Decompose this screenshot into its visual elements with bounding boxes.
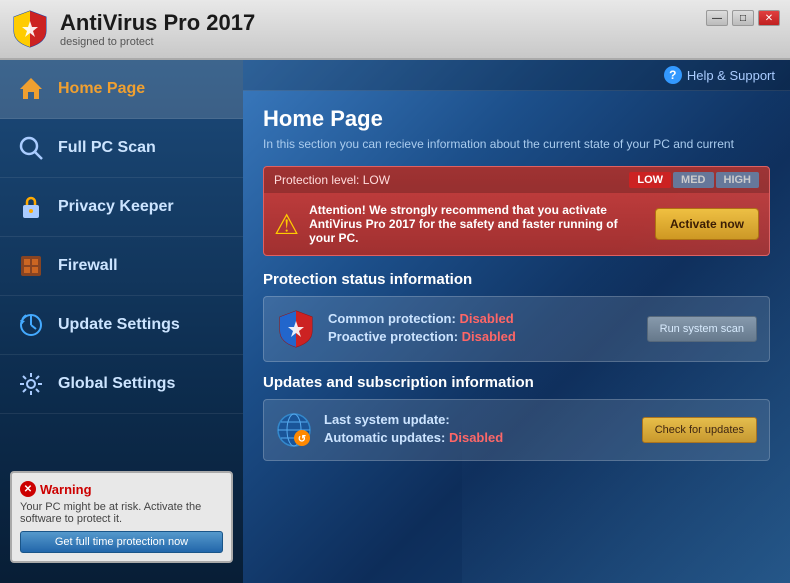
common-protection-label: Common protection: [328, 311, 456, 326]
last-update-row: Last system update: [324, 412, 630, 427]
level-high-badge: HIGH [716, 172, 760, 188]
help-support-button[interactable]: ? Help & Support [664, 66, 775, 84]
updates-section-title: Updates and subscription information [263, 374, 770, 391]
sidebar-item-privacy-label: Privacy Keeper [58, 198, 174, 216]
home-icon [16, 74, 46, 104]
activate-button[interactable]: Activate now [655, 208, 759, 240]
sidebar-item-firewall-label: Firewall [58, 257, 118, 275]
scan-icon [16, 133, 46, 163]
common-protection-value: Disabled [459, 311, 513, 326]
help-bar: ? Help & Support [243, 60, 790, 91]
app-title-group: AntiVirus Pro 2017 designed to protect [60, 10, 255, 48]
privacy-icon [16, 192, 46, 222]
level-badges: LOW MED HIGH [629, 172, 759, 188]
auto-update-row: Automatic updates: Disabled [324, 430, 630, 445]
protection-level-label: Protection level: LOW [274, 173, 390, 187]
updates-card-content: Last system update: Automatic updates: D… [324, 412, 630, 448]
firewall-icon [16, 251, 46, 281]
update-icon [16, 310, 46, 340]
close-button[interactable]: ✕ [758, 10, 780, 26]
help-icon: ? [664, 66, 682, 84]
window-controls: — □ ✕ [706, 10, 780, 26]
title-bar: AntiVirus Pro 2017 designed to protect —… [0, 0, 790, 60]
app-title: AntiVirus Pro 2017 [60, 10, 255, 36]
app-subtitle: designed to protect [60, 36, 255, 48]
main-layout: Home Page Full PC Scan Privacy Keeper [0, 60, 790, 583]
sidebar-item-update[interactable]: Update Settings [0, 296, 243, 355]
svg-text:↺: ↺ [298, 434, 306, 445]
warning-text: Your PC might be at risk. Activate the s… [20, 501, 223, 525]
minimize-button[interactable]: — [706, 10, 728, 26]
updates-card: ↺ Last system update: Automatic updates:… [263, 399, 770, 461]
content-inner: Home Page In this section you can reciev… [243, 91, 790, 488]
sidebar: Home Page Full PC Scan Privacy Keeper [0, 60, 243, 583]
settings-icon [16, 369, 46, 399]
sidebar-item-home[interactable]: Home Page [0, 60, 243, 119]
sidebar-item-fullscan-label: Full PC Scan [58, 139, 156, 157]
sidebar-item-global[interactable]: Global Settings [0, 355, 243, 414]
protection-message: Attention! We strongly recommend that yo… [309, 203, 645, 245]
sidebar-item-home-label: Home Page [58, 80, 145, 98]
level-low-badge: LOW [629, 172, 671, 188]
warning-triangle-icon: ⚠ [274, 208, 299, 241]
proactive-protection-row: Proactive protection: Disabled [328, 329, 635, 344]
protection-level-box: Protection level: LOW LOW MED HIGH ⚠ Att… [263, 166, 770, 256]
page-title: Home Page [263, 106, 770, 132]
protection-body: ⚠ Attention! We strongly recommend that … [264, 193, 769, 255]
sidebar-item-firewall[interactable]: Firewall [0, 237, 243, 296]
proactive-protection-value: Disabled [462, 329, 516, 344]
app-logo-icon [10, 9, 50, 49]
status-card-content: Common protection: Disabled Proactive pr… [328, 311, 635, 347]
run-scan-button[interactable]: Run system scan [647, 316, 757, 342]
auto-update-value: Disabled [449, 430, 503, 445]
sidebar-item-privacy[interactable]: Privacy Keeper [0, 178, 243, 237]
warning-title: ✕ Warning [20, 481, 223, 497]
auto-update-label: Automatic updates: [324, 430, 445, 445]
page-description: In this section you can recieve informat… [263, 137, 770, 151]
content-area: ? Help & Support Home Page In this secti… [243, 60, 790, 583]
proactive-protection-label: Proactive protection: [328, 329, 458, 344]
shield-status-icon [276, 309, 316, 349]
common-protection-row: Common protection: Disabled [328, 311, 635, 326]
full-protection-button[interactable]: Get full time protection now [20, 531, 223, 553]
sidebar-warning-box: ✕ Warning Your PC might be at risk. Acti… [10, 471, 233, 563]
sidebar-item-update-label: Update Settings [58, 316, 180, 334]
help-label: Help & Support [687, 68, 775, 83]
sidebar-item-fullscan[interactable]: Full PC Scan [0, 119, 243, 178]
protection-status-card: Common protection: Disabled Proactive pr… [263, 296, 770, 362]
sidebar-item-global-label: Global Settings [58, 375, 175, 393]
level-med-badge: MED [673, 172, 713, 188]
check-updates-button[interactable]: Check for updates [642, 417, 757, 443]
last-update-label: Last system update: [324, 412, 450, 427]
warning-x-icon: ✕ [20, 481, 36, 497]
maximize-button[interactable]: □ [732, 10, 754, 26]
status-section-title: Protection status information [263, 271, 770, 288]
globe-icon: ↺ [276, 412, 312, 448]
protection-header: Protection level: LOW LOW MED HIGH [264, 167, 769, 193]
